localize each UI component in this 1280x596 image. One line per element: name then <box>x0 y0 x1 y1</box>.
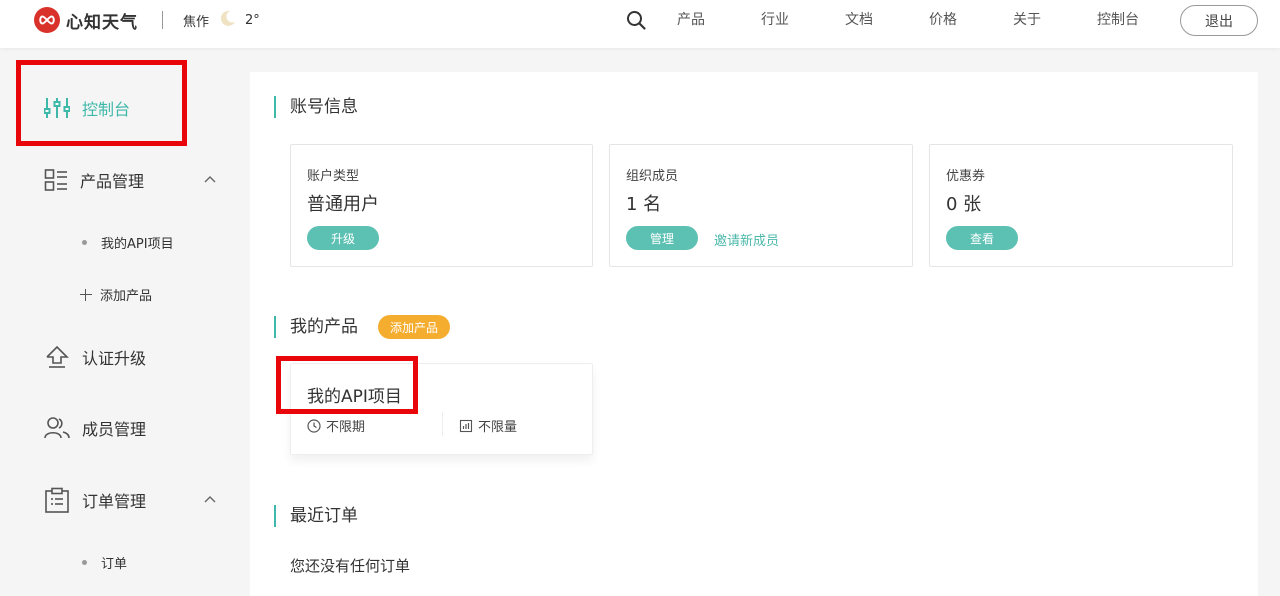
nav-products[interactable]: 产品 <box>677 11 705 29</box>
sidebar-subitem-label: 添加产品 <box>100 289 153 304</box>
upgrade-arrow-icon <box>46 345 69 368</box>
section-title-orders: 最近订单 <box>274 505 358 527</box>
product-quota-label: 不限量 <box>478 420 518 435</box>
temperature: 2° <box>245 12 260 28</box>
brand-logo[interactable]: 心知天气 <box>34 7 138 33</box>
sidebar-subitem-add-product[interactable]: 添加产品 <box>80 285 153 304</box>
bar-chart-icon <box>459 419 473 432</box>
sidebar-item-certification[interactable]: 认证升级 <box>44 344 146 370</box>
sidebar-item-label: 成员管理 <box>82 420 147 439</box>
card-value: 1 名 <box>626 194 662 215</box>
sidebar-item-label: 控制台 <box>82 100 131 119</box>
nav-console[interactable]: 控制台 <box>1097 11 1139 29</box>
card-label: 优惠券 <box>946 169 986 184</box>
invite-member-link[interactable]: 邀请新成员 <box>714 230 779 249</box>
sidebar-item-label: 认证升级 <box>82 349 147 368</box>
card-account-type: 账户类型 普通用户 升级 <box>290 144 593 267</box>
product-period: 不限期 <box>307 416 365 435</box>
sidebar-item-members[interactable]: 成员管理 <box>44 416 146 440</box>
manage-button[interactable]: 管理 <box>626 226 698 250</box>
card-label: 账户类型 <box>307 169 360 184</box>
logout-button[interactable]: 退出 <box>1180 5 1258 36</box>
plus-icon <box>80 288 92 301</box>
list-grid-icon <box>44 169 67 191</box>
sliders-icon <box>44 98 70 118</box>
search-icon[interactable] <box>626 10 646 30</box>
sidebar-item-label: 订单管理 <box>82 492 147 511</box>
sidebar-item-product-management[interactable]: 产品管理 <box>44 168 144 192</box>
sidebar-subitem-orders[interactable]: 订单 <box>82 553 127 572</box>
product-name: 我的API项目 <box>307 387 402 407</box>
sidebar-subitem-my-api-project[interactable]: 我的API项目 <box>82 233 174 252</box>
meta-divider <box>442 412 443 436</box>
card-coupons: 优惠券 0 张 查看 <box>929 144 1233 267</box>
clipboard-icon <box>45 487 69 513</box>
moon-icon <box>219 9 237 31</box>
sidebar-item-order-management[interactable]: 订单管理 <box>44 487 146 513</box>
bullet-icon <box>82 240 87 245</box>
sidebar-subitem-label: 订单 <box>101 557 128 572</box>
card-value: 普通用户 <box>307 194 379 215</box>
nav-about[interactable]: 关于 <box>1013 11 1041 29</box>
card-value: 0 张 <box>946 194 982 215</box>
sidebar-item-dashboard[interactable]: 控制台 <box>44 96 130 120</box>
add-product-button[interactable]: 添加产品 <box>378 315 450 339</box>
users-icon <box>44 417 70 439</box>
header-divider <box>162 11 163 29</box>
sidebar-item-label: 产品管理 <box>80 172 145 191</box>
product-period-label: 不限期 <box>326 420 366 435</box>
nav-pricing[interactable]: 价格 <box>929 11 957 29</box>
main-panel: 账号信息 账户类型 普通用户 升级 组织成员 1 名 管理 邀请新成员 优惠券 … <box>250 72 1258 596</box>
brand-name: 心知天气 <box>66 12 138 33</box>
upgrade-button[interactable]: 升级 <box>307 226 379 250</box>
empty-orders-message: 您还没有任何订单 <box>290 557 411 575</box>
chevron-up-icon[interactable] <box>203 173 217 187</box>
bullet-icon <box>82 560 87 565</box>
clock-icon <box>307 418 321 433</box>
top-header: 心知天气 焦作 2° 产品 行业 文档 价格 关于 控制台 退出 <box>0 0 1280 48</box>
section-title-account: 账号信息 <box>274 96 358 118</box>
nav-docs[interactable]: 文档 <box>845 11 873 29</box>
card-org-members: 组织成员 1 名 管理 邀请新成员 <box>609 144 913 267</box>
view-coupons-button[interactable]: 查看 <box>946 226 1018 250</box>
infinity-logo-icon <box>34 7 60 33</box>
card-label: 组织成员 <box>626 169 679 184</box>
weather-widget: 焦作 2° <box>183 10 260 30</box>
product-card[interactable]: 我的API项目 不限期 不限量 <box>290 363 593 455</box>
nav-industry[interactable]: 行业 <box>761 11 789 29</box>
sidebar-subitem-label: 我的API项目 <box>101 237 174 252</box>
city-name: 焦作 <box>183 14 210 30</box>
product-quota: 不限量 <box>459 416 517 435</box>
section-title-products: 我的产品 <box>274 316 358 338</box>
chevron-up-icon[interactable] <box>203 493 217 507</box>
